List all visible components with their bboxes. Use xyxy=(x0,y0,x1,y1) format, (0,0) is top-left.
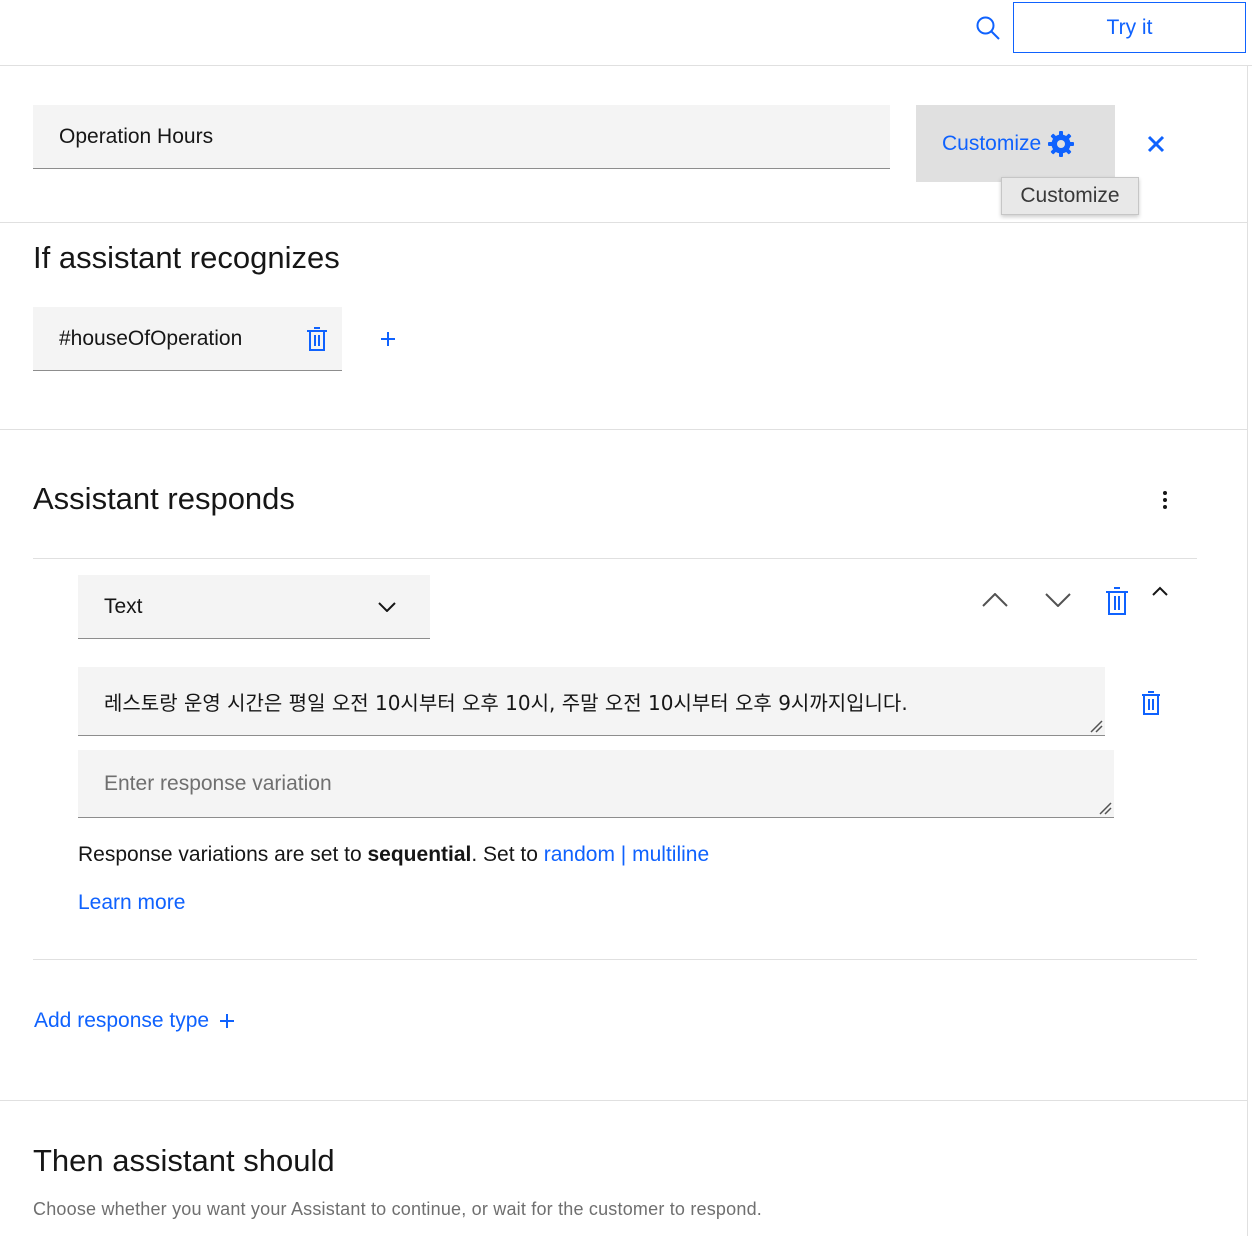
section-divider xyxy=(0,1100,1247,1101)
customize-button[interactable]: Customize xyxy=(916,105,1115,182)
variations-prefix: Response variations are set to xyxy=(78,843,368,866)
multiline-link[interactable]: multiline xyxy=(632,843,709,866)
add-response-type-label: Add response type xyxy=(34,1009,210,1032)
gear-icon xyxy=(1048,130,1075,157)
random-link[interactable]: random xyxy=(544,843,615,866)
response-variation-input[interactable]: Enter response variation xyxy=(78,750,1114,818)
variations-setting: Response variations are set to sequentia… xyxy=(78,843,709,867)
response-type-select[interactable]: Text xyxy=(78,575,430,639)
condition-label: #houseOfOperation xyxy=(59,326,243,350)
response-divider xyxy=(33,959,1197,960)
response-divider xyxy=(33,558,1197,559)
close-icon[interactable] xyxy=(1140,128,1172,160)
trash-icon[interactable] xyxy=(1100,584,1134,618)
condition-chip[interactable]: #houseOfOperation xyxy=(33,307,342,371)
node-name-input[interactable]: Operation Hours xyxy=(33,105,890,169)
variations-mode: sequential xyxy=(367,843,472,866)
section-divider xyxy=(0,222,1247,223)
customize-label: Customize xyxy=(942,131,1042,155)
panel-edge xyxy=(1247,66,1248,1236)
resize-grip-icon[interactable] xyxy=(1098,801,1112,815)
resize-grip-icon[interactable] xyxy=(1089,719,1103,733)
try-it-button[interactable]: Try it xyxy=(1013,2,1246,53)
move-down-icon[interactable] xyxy=(1041,583,1075,617)
collapse-icon[interactable] xyxy=(1143,574,1177,608)
responds-title: Assistant responds xyxy=(33,481,295,516)
then-hint: Choose whether you want your Assistant t… xyxy=(33,1199,762,1219)
add-response-type-button[interactable]: Add response type xyxy=(34,1009,235,1033)
customize-tooltip: Customize xyxy=(1001,177,1139,215)
section-divider xyxy=(0,429,1247,430)
search-icon[interactable] xyxy=(968,8,1008,48)
variations-middle: . Set to xyxy=(471,843,544,866)
add-condition-icon[interactable] xyxy=(373,324,403,354)
chevron-down-icon xyxy=(378,601,396,612)
trash-icon[interactable] xyxy=(1136,687,1166,719)
then-title: Then assistant should xyxy=(33,1143,335,1178)
node-name-value: Operation Hours xyxy=(59,124,214,148)
response-text: 레스토랑 운영 시간은 평일 오전 10시부터 오후 10시, 주말 오전 10… xyxy=(104,690,908,715)
trash-icon[interactable] xyxy=(302,324,332,354)
link-separator: | xyxy=(620,843,627,866)
learn-more-link[interactable]: Learn more xyxy=(78,891,185,915)
plus-icon xyxy=(220,1014,235,1028)
response-textarea[interactable]: 레스토랑 운영 시간은 평일 오전 10시부터 오후 10시, 주말 오전 10… xyxy=(78,667,1105,736)
recognizes-title: If assistant recognizes xyxy=(33,240,340,275)
response-type-value: Text xyxy=(104,594,143,618)
overflow-menu-icon[interactable] xyxy=(1150,485,1180,515)
move-up-icon[interactable] xyxy=(978,583,1012,617)
variation-placeholder: Enter response variation xyxy=(104,771,332,795)
